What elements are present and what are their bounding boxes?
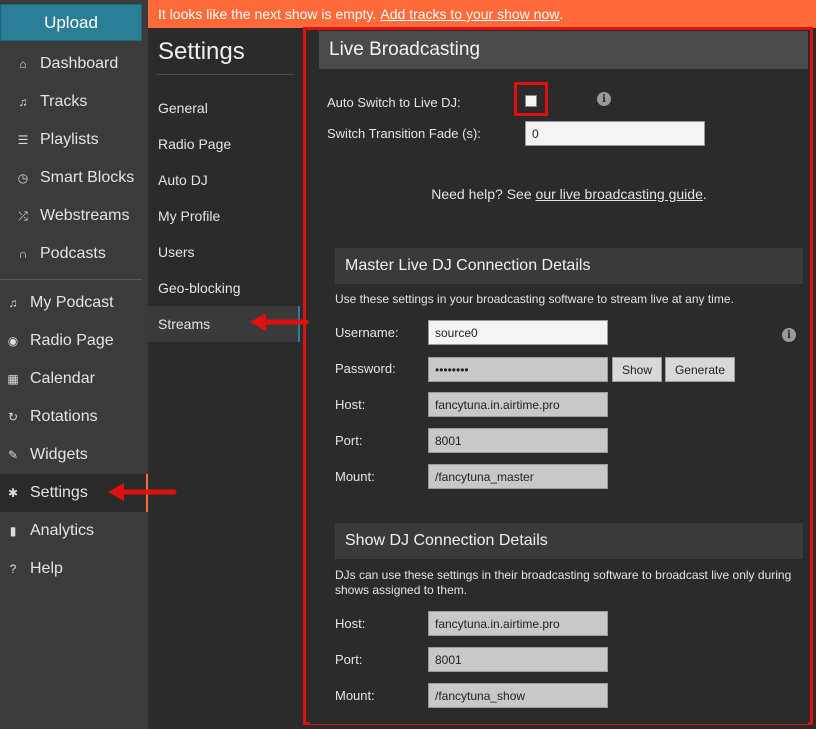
info-icon[interactable]: i [597,92,611,106]
settings-item-radio-page[interactable]: Radio Page [148,126,300,162]
show-dj-section-desc: DJs can use these settings in their broa… [335,568,792,597]
nav-item-label: Dashboard [40,55,119,72]
help-line: Need help? See our live broadcasting gui… [310,186,808,202]
fade-label: Switch Transition Fade (s): [327,126,481,141]
nav-item-label: Podcasts [40,245,106,262]
show-port-input[interactable]: 8001 [428,647,608,672]
home-icon: ⌂ [19,57,27,71]
gear-icon: ✱ [7,486,19,500]
master-port-input[interactable]: 8001 [428,428,608,453]
nav-item-label: Calendar [30,370,95,387]
show-host-input[interactable]: fancytuna.in.airtime.pro [428,611,608,636]
nav-item-my-podcast[interactable]: ♫ My Podcast [0,284,148,322]
add-tracks-link[interactable]: Add tracks to your show now [380,6,559,22]
music-note-icon: ♫ [8,296,18,310]
nav-item-rotations[interactable]: ↻ Rotations [0,398,148,436]
help-suffix: . [702,186,707,202]
info-icon[interactable]: i [782,328,796,342]
headphones-icon: ∩ [18,247,28,261]
nav-divider [0,279,142,280]
live-broadcasting-title: Live Broadcasting [319,31,808,69]
globe-icon: ◉ [7,334,19,348]
settings-title: Settings [158,38,245,65]
host-label: Host: [335,397,366,412]
settings-item-users[interactable]: Users [148,234,300,270]
nav-item-help[interactable]: ? Help [0,550,148,588]
settings-item-auto-dj[interactable]: Auto DJ [148,162,300,198]
nav-item-tracks[interactable]: ♫ Tracks [0,83,148,121]
master-section-desc: Use these settings in your broadcasting … [335,292,734,306]
nav-item-webstreams[interactable]: ⤮ Webstreams [0,197,148,235]
nav-item-label: My Podcast [30,294,114,311]
password-label: Password: [335,361,396,376]
settings-item-my-profile[interactable]: My Profile [148,198,300,234]
port-label: Port: [335,433,363,448]
auto-switch-checkbox[interactable] [525,95,537,107]
master-section-header: Master Live DJ Connection Details [335,248,803,284]
fade-input[interactable]: 0 [525,121,705,146]
settings-divider [156,74,294,75]
shuffle-icon: ⤮ [18,208,28,223]
password-input[interactable]: •••••••• [428,357,608,382]
auto-switch-label: Auto Switch to Live DJ: [327,95,461,110]
show-mount-input[interactable]: /fancytuna_show [428,683,608,708]
port-label: Port: [335,652,363,667]
nav-item-label: Help [30,560,63,577]
nav-item-smart-blocks[interactable]: ◷ Smart Blocks [0,159,148,197]
mount-label: Mount: [335,469,375,484]
master-host-input[interactable]: fancytuna.in.airtime.pro [428,392,608,417]
bar-chart-icon: ▮ [9,524,17,538]
username-input[interactable]: source0 [428,320,608,345]
question-icon: ? [9,562,17,576]
clock-icon: ◷ [17,171,29,185]
arrow-annotation [250,313,309,331]
nav-item-label: Tracks [40,93,88,110]
generate-password-button[interactable]: Generate [665,357,735,382]
notice-bar: It looks like the next show is empty. Ad… [148,0,816,28]
mount-label: Mount: [335,688,375,703]
music-note-icon: ♫ [18,95,28,109]
list-icon: ☰ [17,133,29,147]
live-broadcasting-guide-link[interactable]: our live broadcasting guide [536,186,703,202]
settings-nav: Settings General Radio Page Auto DJ My P… [148,28,300,729]
show-password-button[interactable]: Show [612,357,662,382]
refresh-icon: ↻ [7,410,19,424]
arrow-annotation [108,483,177,501]
live-broadcasting-panel: Live Broadcasting Auto Switch to Live DJ… [310,31,808,724]
nav-item-widgets[interactable]: ✎ Widgets [0,436,148,474]
help-text: Need help? See [431,186,532,202]
show-dj-section-header: Show DJ Connection Details [335,523,803,559]
settings-item-geo-blocking[interactable]: Geo-blocking [148,270,300,306]
settings-item-general[interactable]: General [148,90,300,126]
nav-item-label: Webstreams [40,207,130,224]
nav-item-label: Rotations [30,408,98,425]
nav-item-label: Radio Page [30,332,114,349]
nav-item-podcasts[interactable]: ∩ Podcasts [0,235,148,273]
nav-item-label: Smart Blocks [40,169,135,186]
nav-item-label: Analytics [30,522,95,539]
nav-item-label: Playlists [40,131,99,148]
username-label: Username: [335,325,399,340]
host-label: Host: [335,616,366,631]
nav-item-label: Settings [30,484,88,501]
notice-suffix: . [559,6,564,22]
calendar-icon: ▦ [7,372,19,386]
nav-item-dashboard[interactable]: ⌂ Dashboard [0,45,148,83]
nav-item-radio-page[interactable]: ◉ Radio Page [0,322,148,360]
upload-button[interactable]: Upload [0,4,142,41]
nav-item-calendar[interactable]: ▦ Calendar [0,360,148,398]
wrench-icon: ✎ [7,448,19,462]
notice-text: It looks like the next show is empty. [158,6,377,22]
nav-item-analytics[interactable]: ▮ Analytics [0,512,148,550]
nav-item-label: Widgets [30,446,88,463]
nav-item-playlists[interactable]: ☰ Playlists [0,121,148,159]
left-nav: Upload ⌂ Dashboard ♫ Tracks ☰ Playlists … [0,0,148,729]
master-mount-input[interactable]: /fancytuna_master [428,464,608,489]
